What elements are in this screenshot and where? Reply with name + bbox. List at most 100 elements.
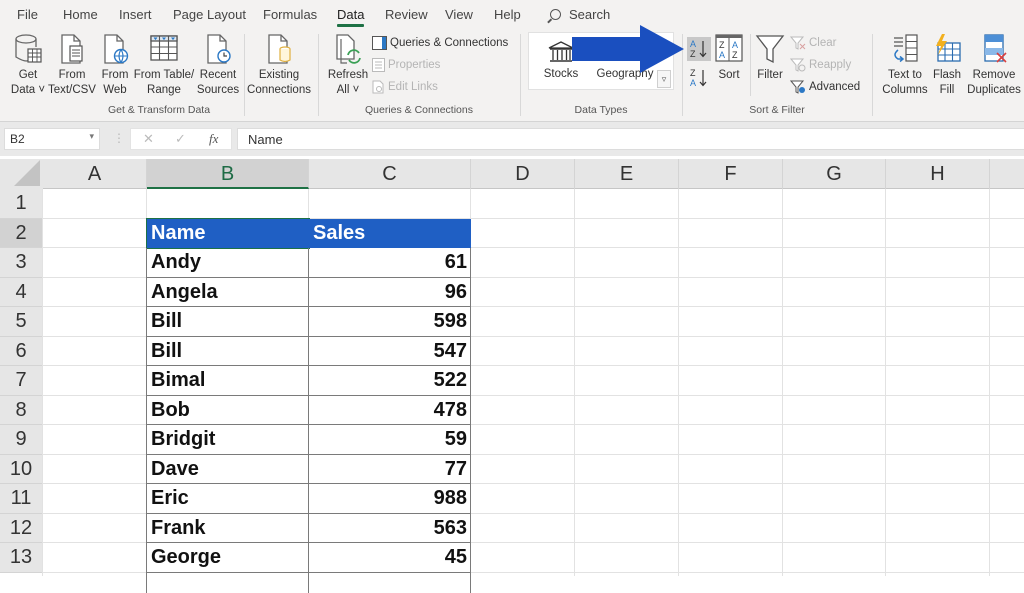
table-cell-sales[interactable]: 522 xyxy=(309,366,471,396)
table-cell-name[interactable]: Bill xyxy=(147,307,309,337)
existing-connections-label-1: Existing xyxy=(258,69,300,81)
row-header-2[interactable]: 2 xyxy=(0,218,43,248)
table-cell-sales[interactable]: 61 xyxy=(309,248,471,278)
advanced-filter-button[interactable]: Advanced xyxy=(790,80,860,94)
refresh-label-1: Refresh xyxy=(327,69,369,81)
table-cell-sales[interactable]: 547 xyxy=(309,337,471,367)
table-cell-sales[interactable]: 478 xyxy=(309,396,471,426)
table-header-sales[interactable]: Sales xyxy=(309,218,471,248)
remove-duplicates-button[interactable]: Remove Duplicates xyxy=(964,33,1024,98)
column-header-g[interactable]: G xyxy=(783,159,886,189)
reapply-button[interactable]: Reapply xyxy=(790,58,851,72)
clear-filter-icon xyxy=(790,36,806,50)
sort-descending-button[interactable]: Z A xyxy=(687,66,711,90)
row-header-11[interactable]: 11 xyxy=(0,484,43,514)
name-box-dropdown-icon[interactable]: ▾ xyxy=(89,131,94,142)
recent-sources-button[interactable]: Recent Sources xyxy=(196,33,240,98)
tab-review[interactable]: Review xyxy=(385,7,428,22)
table-cell-sales[interactable]: 96 xyxy=(309,278,471,308)
from-table-range-button[interactable]: From Table/ Range xyxy=(132,33,196,98)
group-label-sort-filter: Sort & Filter xyxy=(749,104,805,116)
filter-button[interactable]: Filter xyxy=(753,33,787,83)
cancel-icon[interactable]: ✕ xyxy=(143,131,154,147)
sort-button[interactable]: Z A A Z Sort xyxy=(712,33,746,83)
filter-funnel-icon xyxy=(755,35,785,64)
tab-data[interactable]: Data xyxy=(337,7,365,27)
row-header-1[interactable]: 1 xyxy=(0,189,43,219)
row-header-12[interactable]: 12 xyxy=(0,513,43,543)
formula-bar-grip-icon[interactable]: ⋮ xyxy=(113,131,125,145)
table-cell-name[interactable]: George xyxy=(147,543,309,573)
group-separator xyxy=(872,34,873,116)
search-box[interactable]: Search xyxy=(550,7,610,22)
from-text-csv-button[interactable]: From Text/CSV xyxy=(48,33,96,98)
clear-filter-button[interactable]: Clear xyxy=(790,36,836,50)
tab-insert[interactable]: Insert xyxy=(119,7,152,22)
insert-function-icon[interactable]: fx xyxy=(209,131,218,147)
row-header-3[interactable]: 3 xyxy=(0,248,43,278)
table-cell-name[interactable]: Eric xyxy=(147,484,309,514)
table-cell-sales[interactable]: 77 xyxy=(309,455,471,485)
row-header-5[interactable]: 5 xyxy=(0,307,43,337)
flash-fill-button[interactable]: Flash Fill xyxy=(930,33,964,98)
group-label-get-transform: Get & Transform Data xyxy=(107,104,211,116)
text-to-columns-button[interactable]: Text to Columns xyxy=(880,33,930,98)
table-cell-name[interactable]: Andy xyxy=(147,248,309,278)
tab-formulas[interactable]: Formulas xyxy=(263,7,317,22)
queries-pane-icon xyxy=(372,36,387,50)
formula-input[interactable]: Name xyxy=(237,128,1024,150)
column-headers: ABCDEFGH xyxy=(0,159,1024,189)
row-header-13[interactable]: 13 xyxy=(0,543,43,573)
column-header-c[interactable]: C xyxy=(309,159,471,189)
svg-text:A: A xyxy=(719,50,725,60)
from-web-button[interactable]: From Web xyxy=(98,33,132,98)
column-header-e[interactable]: E xyxy=(575,159,679,189)
get-data-button[interactable]: Get Data ˅ xyxy=(8,33,48,98)
table-cell-name[interactable]: Bimal xyxy=(147,366,309,396)
tab-file[interactable]: File xyxy=(17,7,38,22)
tab-home[interactable]: Home xyxy=(63,7,98,22)
row-header-7[interactable]: 7 xyxy=(0,366,43,396)
table-cell-sales[interactable]: 563 xyxy=(309,514,471,544)
worksheet-grid[interactable]: ABCDEFGH 1 2 3 4 5 6 7 8 9 10 11 12 13 Name Sales Andy 6… xyxy=(0,159,1024,593)
row-header-9[interactable]: 9 xyxy=(0,425,43,455)
column-header-next[interactable] xyxy=(990,159,1024,189)
existing-connections-button[interactable]: Existing Connections xyxy=(246,33,312,98)
table-cell-name[interactable]: Frank xyxy=(147,514,309,544)
properties-button[interactable]: Properties xyxy=(372,58,440,72)
table-cell-name[interactable]: Bill xyxy=(147,337,309,367)
table-header-name[interactable]: Name xyxy=(146,217,310,249)
remove-duplicates-icon xyxy=(984,34,1007,63)
table-cell-sales[interactable]: 45 xyxy=(309,543,471,573)
queries-connections-button[interactable]: Queries & Connections xyxy=(372,36,508,50)
table-cell-sales[interactable]: 598 xyxy=(309,307,471,337)
tab-page-layout[interactable]: Page Layout xyxy=(173,7,246,22)
edit-links-button[interactable]: Edit Links xyxy=(372,80,438,94)
table-cell-name[interactable]: Dave xyxy=(147,455,309,485)
gridline xyxy=(42,189,43,576)
row-header-10[interactable]: 10 xyxy=(0,454,43,484)
column-header-a[interactable]: A xyxy=(43,159,147,189)
column-header-f[interactable]: F xyxy=(679,159,783,189)
row-header-6[interactable]: 6 xyxy=(0,336,43,366)
svg-text:Z: Z xyxy=(719,40,725,50)
select-all-button[interactable] xyxy=(0,159,43,189)
table-row-border xyxy=(147,571,471,573)
column-header-h[interactable]: H xyxy=(886,159,990,189)
table-cell-sales[interactable]: 59 xyxy=(309,425,471,455)
tab-help[interactable]: Help xyxy=(494,7,521,22)
column-header-d[interactable]: D xyxy=(471,159,575,189)
table-cell-name[interactable]: Bob xyxy=(147,396,309,426)
name-box[interactable]: B2 ▾ xyxy=(4,128,100,150)
row-header-4[interactable]: 4 xyxy=(0,277,43,307)
column-header-b[interactable]: B xyxy=(147,159,309,189)
table-cell-name[interactable]: Bridgit xyxy=(147,425,309,455)
row-header-8[interactable]: 8 xyxy=(0,395,43,425)
search-label: Search xyxy=(569,7,611,22)
enter-icon[interactable]: ✓ xyxy=(175,131,186,147)
sort-ascending-button[interactable]: A Z xyxy=(687,37,711,61)
table-cell-sales[interactable]: 988 xyxy=(309,484,471,514)
table-cell-name[interactable]: Angela xyxy=(147,278,309,308)
tab-view[interactable]: View xyxy=(445,7,473,22)
refresh-all-button[interactable]: Refresh All ˅ xyxy=(326,33,370,98)
